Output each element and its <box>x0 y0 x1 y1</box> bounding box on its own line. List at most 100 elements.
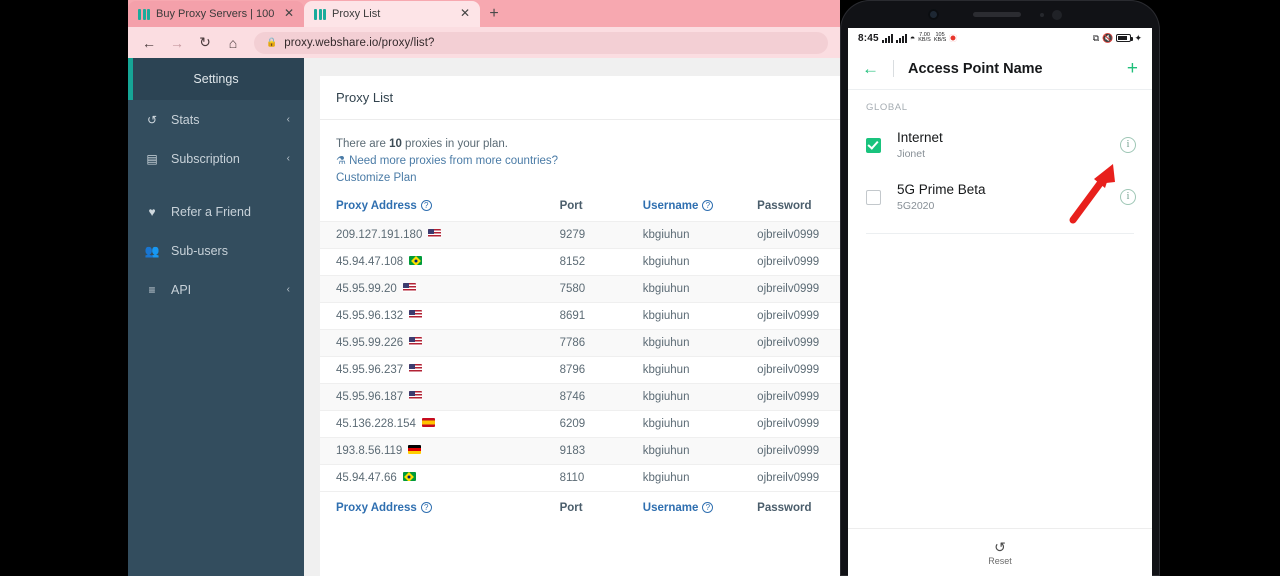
customize-plan-link[interactable]: Need more proxies from more countries? C… <box>336 155 558 184</box>
charging-icon: ✦ <box>1134 32 1142 43</box>
cell-proxy-address: 45.136.228.154 <box>320 410 544 438</box>
proxy-username-value: kbgiuhun <box>642 418 690 430</box>
proxy-port-value: 7580 <box>559 283 586 295</box>
add-apn-icon[interactable]: + <box>1127 59 1138 78</box>
plan-proxy-count: 10 <box>389 138 402 150</box>
cell-password: ojbreilv0999 <box>741 356 840 384</box>
home-icon[interactable]: ⌂ <box>220 30 246 56</box>
cell-port: 8110 <box>543 464 627 492</box>
proxy-password-value: ojbreilv0999 <box>757 364 820 376</box>
back-arrow-icon[interactable]: ← <box>862 60 879 77</box>
header-proxy-address-label: Proxy Address <box>336 200 417 212</box>
sidebar-accent-bar <box>128 58 133 100</box>
forward-icon[interactable]: → <box>164 30 190 56</box>
proxy-password-value: ojbreilv0999 <box>757 445 820 457</box>
browser-tab-2[interactable]: Proxy List ✕ <box>304 1 480 27</box>
close-icon[interactable]: ✕ <box>282 7 296 21</box>
proxy-address-value: 45.94.47.66 <box>336 472 397 484</box>
cell-proxy-address: 45.95.96.187 <box>320 383 544 411</box>
cell-username: kbgiuhun <box>626 464 742 492</box>
heart-icon: ♥ <box>148 204 156 219</box>
apn-reset-button[interactable]: ↺ Reset <box>848 528 1152 576</box>
plan-blurb: There are 10 proxies in your plan. ⚗ Nee… <box>320 120 610 193</box>
cell-proxy-address: 45.95.99.20 <box>320 275 544 303</box>
sidebar-header[interactable]: Settings <box>128 58 304 100</box>
data-rate-1-unit: KB/S <box>918 37 931 43</box>
header-password: Password <box>741 193 840 222</box>
cell-port: 7580 <box>543 275 627 303</box>
footer-username[interactable]: Username? <box>626 491 742 523</box>
cell-username: kbgiuhun <box>626 356 742 384</box>
table-row: 45.136.228.154 6209 kbgiuhun ojbreilv0999 <box>320 410 840 438</box>
cell-username: kbgiuhun <box>626 302 742 330</box>
help-icon[interactable]: ? <box>702 200 714 211</box>
flag-icon-us <box>409 391 423 400</box>
sidebar-item-sub-users[interactable]: 👥 Sub-users <box>128 231 304 270</box>
browser-window: Buy Proxy Servers | 100 Proxies f ✕ Prox… <box>128 0 840 576</box>
apn-radio-internet[interactable] <box>866 137 881 153</box>
cell-username: kbgiuhun <box>626 383 742 411</box>
new-tab-button[interactable]: + <box>480 1 508 27</box>
cell-username: kbgiuhun <box>626 275 742 303</box>
proxy-list-card: Proxy List There are 10 proxies in your … <box>320 76 840 576</box>
flask-icon: ⚗ <box>336 155 346 167</box>
table-row: 45.95.96.132 8691 kbgiuhun ojbreilv0999 <box>320 302 840 330</box>
proxy-address-value: 45.95.96.237 <box>336 364 404 376</box>
proxy-port-value: 8746 <box>559 391 586 403</box>
back-icon[interactable]: ← <box>136 30 162 56</box>
table-row: 45.94.47.66 8110 kbgiuhun ojbreilv0999 <box>320 464 840 492</box>
front-camera-icon <box>928 9 939 20</box>
proxy-username-value: kbgiuhun <box>642 256 690 268</box>
apn-radio-5g-prime-beta[interactable] <box>866 189 881 205</box>
sidebar-item-subscription-label: Subscription <box>171 151 240 166</box>
sidebar-item-subscription[interactable]: ▤ Subscription ‹ <box>128 139 304 178</box>
cell-proxy-address: 45.95.96.132 <box>320 302 544 330</box>
proxy-password-value: ojbreilv0999 <box>757 418 820 430</box>
proxy-port-value: 8796 <box>559 364 586 376</box>
sidebar-item-stats[interactable]: ↺ Stats ‹ <box>128 100 304 139</box>
users-icon: 👥 <box>144 243 160 258</box>
sidebar-item-api-label: API <box>171 282 192 297</box>
plan-blurb-suffix: proxies in your plan. <box>401 138 508 150</box>
help-icon[interactable]: ? <box>420 200 432 211</box>
proxy-username-value: kbgiuhun <box>642 337 690 349</box>
proxy-password-value: ojbreilv0999 <box>757 337 820 349</box>
table-row: 45.95.99.226 7786 kbgiuhun ojbreilv0999 <box>320 329 840 357</box>
list-icon: ≡ <box>148 282 156 297</box>
apn-page-title: Access Point Name <box>908 60 1043 77</box>
browser-tab-1[interactable]: Buy Proxy Servers | 100 Proxies f ✕ <box>128 1 304 27</box>
cell-password: ojbreilv0999 <box>741 464 840 492</box>
apn-list-separator <box>866 233 1134 234</box>
sidebar-divider <box>128 178 304 192</box>
footer-password-label: Password <box>757 502 812 514</box>
cell-username: kbgiuhun <box>626 410 742 438</box>
sidebar-item-refer-label: Refer a Friend <box>171 204 251 219</box>
sidebar-item-sub-users-label: Sub-users <box>171 243 228 258</box>
reload-icon[interactable]: ↻ <box>192 30 218 56</box>
help-icon[interactable]: ? <box>702 502 714 513</box>
screenshot-root: Buy Proxy Servers | 100 Proxies f ✕ Prox… <box>0 0 1280 576</box>
header-username[interactable]: Username? <box>627 193 741 222</box>
proxy-address-value: 45.95.96.187 <box>336 391 404 403</box>
proxy-address-value: 45.94.47.108 <box>336 256 404 268</box>
proxy-port-value: 7786 <box>559 337 586 349</box>
address-bar-url: proxy.webshare.io/proxy/list? <box>284 36 435 49</box>
close-icon[interactable]: ✕ <box>458 7 472 21</box>
proxy-port-value: 6209 <box>559 418 586 430</box>
cell-username: kbgiuhun <box>626 248 742 276</box>
help-icon[interactable]: ? <box>420 502 432 513</box>
cell-port: 9279 <box>543 221 627 249</box>
cell-proxy-address: 209.127.191.180 <box>320 221 544 249</box>
sidebar-item-refer-a-friend[interactable]: ♥ Refer a Friend <box>128 192 304 231</box>
footer-proxy-address[interactable]: Proxy Address? <box>320 491 544 523</box>
data-rate-2-unit: KB/S <box>933 37 947 43</box>
address-bar[interactable]: 🔒 proxy.webshare.io/proxy/list? <box>254 31 828 54</box>
data-rate-indicator-1: 7.00 KB/S <box>918 32 931 43</box>
sidebar-item-api[interactable]: ≡ API ‹ <box>128 270 304 309</box>
card-header: Proxy List <box>320 76 840 120</box>
proxy-address-value: 45.95.99.226 <box>336 337 404 349</box>
phone-bezel <box>840 0 1160 28</box>
cell-port: 9183 <box>543 437 627 465</box>
chevron-left-icon: ‹ <box>286 284 290 295</box>
header-proxy-address[interactable]: Proxy Address? <box>320 193 544 222</box>
